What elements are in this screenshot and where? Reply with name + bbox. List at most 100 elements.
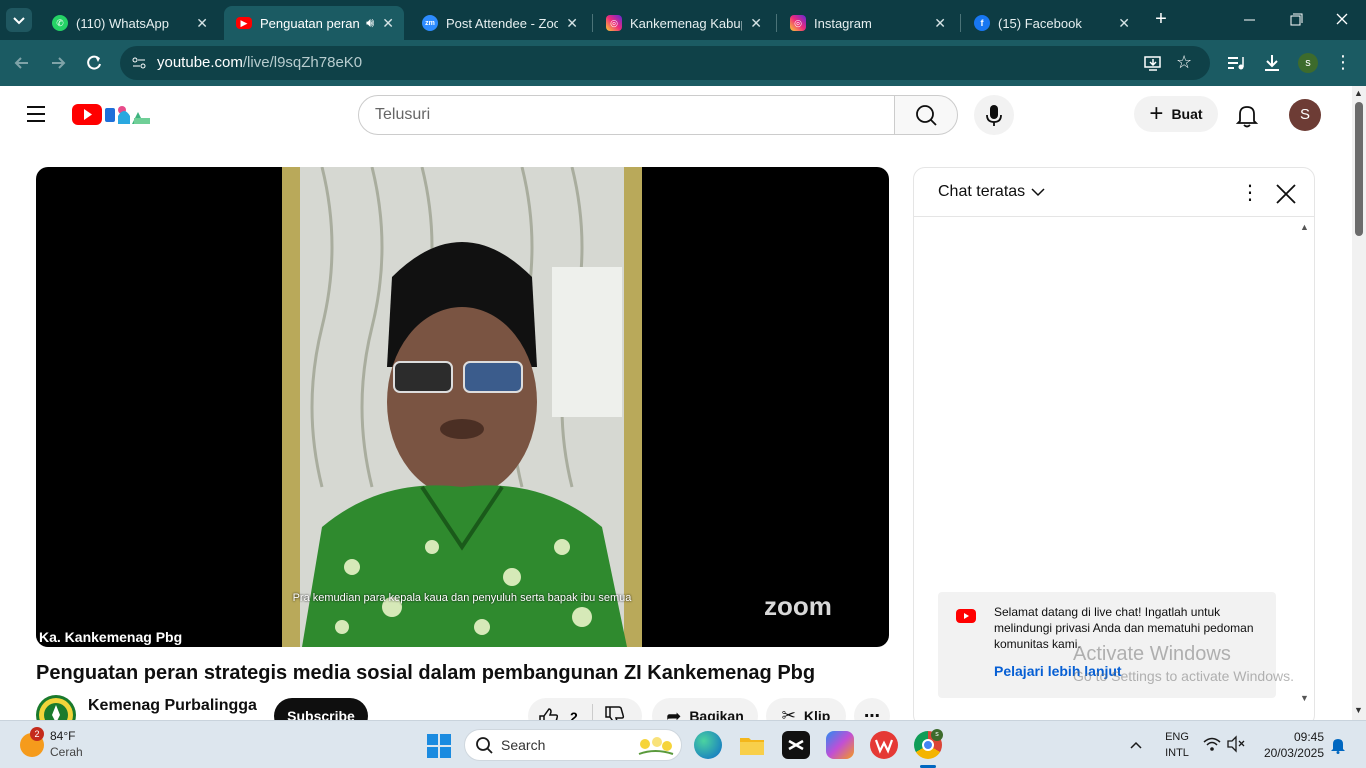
search-icon <box>916 105 937 126</box>
show-hidden-icons-button[interactable] <box>1128 737 1144 753</box>
close-icon <box>1276 184 1296 204</box>
notifications-button[interactable] <box>1234 103 1260 129</box>
restore-button[interactable] <box>1284 10 1308 30</box>
channel-name[interactable]: Kemenag Purbalingga <box>88 697 257 715</box>
wps-office-icon[interactable] <box>870 731 898 759</box>
tab-zoom[interactable]: zm Post Attendee - Zoom ✕ <box>410 6 588 40</box>
chat-scroll-up-icon[interactable]: ▲ <box>1300 222 1309 232</box>
live-chat-panel: Chat teratas ⋮ ▲ ▼ Selamat datang di liv… <box>913 167 1315 727</box>
video-player[interactable]: Pra kemudian para kepala kaua dan penyul… <box>36 167 889 647</box>
temperature: 84°F <box>50 729 76 743</box>
chat-mode-label: Chat teratas <box>938 183 1026 200</box>
minimize-icon <box>1244 19 1255 21</box>
tab-search-button[interactable] <box>6 8 32 32</box>
edge-browser-icon[interactable] <box>694 731 722 759</box>
instagram-icon: ◎ <box>606 15 622 31</box>
wifi-icon[interactable] <box>1202 735 1222 753</box>
close-icon[interactable]: ✕ <box>196 15 208 32</box>
youtube-logo[interactable] <box>72 102 152 128</box>
back-button[interactable] <box>10 53 34 79</box>
url-domain: youtube.com <box>157 54 243 71</box>
language-code: ENG <box>1165 731 1189 743</box>
video-frame: Pra kemudian para kepala kaua dan penyul… <box>282 167 642 647</box>
notification-bell-icon[interactable] <box>1330 736 1346 754</box>
create-label: Buat <box>1171 106 1203 122</box>
tab-label: Instagram <box>814 15 872 31</box>
zoom-watermark: zoom <box>764 591 832 621</box>
youtube-icon <box>956 609 976 623</box>
menu-kebab-icon[interactable]: ⋮ <box>1334 52 1352 72</box>
clock-time: 09:45 <box>1293 730 1324 744</box>
close-icon[interactable]: ✕ <box>566 15 578 32</box>
close-icon[interactable]: ✕ <box>750 15 762 32</box>
close-icon[interactable]: ✕ <box>934 15 946 32</box>
capcut-icon[interactable] <box>782 731 810 759</box>
reload-button[interactable] <box>82 53 106 79</box>
download-icon[interactable] <box>1262 53 1282 73</box>
start-button[interactable] <box>426 733 452 759</box>
chevron-up-icon <box>1130 741 1142 749</box>
input-language-indicator[interactable]: ENG INTL <box>1162 729 1192 761</box>
browser-tab-strip: ✆ (110) WhatsApp ✕ ▶ Penguatan peran 🔊︎ … <box>0 0 1366 40</box>
chat-more-icon[interactable]: ⋮ <box>1240 180 1260 205</box>
url-path: /live/l9sqZh78eK0 <box>242 54 363 71</box>
url-text[interactable]: youtube.com/live/l9sqZh78eK0 <box>157 54 362 71</box>
chevron-down-icon <box>13 17 25 25</box>
speaker-icon[interactable]: 🔊︎ <box>366 15 374 31</box>
chat-mode-dropdown[interactable]: Chat teratas <box>938 183 1047 201</box>
page-scrollbar[interactable]: ▲ ▼ <box>1352 86 1366 720</box>
media-controls-icon[interactable] <box>1226 54 1246 72</box>
hamburger-menu-icon[interactable] <box>26 105 46 123</box>
tab-label: Kankemenag Kabupa <box>630 15 742 31</box>
copilot-icon[interactable] <box>826 731 854 759</box>
voice-search-button[interactable] <box>974 95 1014 135</box>
address-bar[interactable]: youtube.com/live/l9sqZh78eK0 ☆ <box>120 46 1210 80</box>
account-avatar[interactable]: S <box>1289 99 1321 131</box>
scroll-up-arrow-icon[interactable]: ▲ <box>1354 88 1363 98</box>
tab-separator <box>776 14 777 32</box>
install-app-icon[interactable] <box>1144 54 1162 72</box>
learn-more-link[interactable]: Pelajari lebih lanjut <box>994 663 1122 679</box>
chevron-down-icon <box>1031 188 1045 197</box>
youtube-icon: ▶ <box>236 17 252 29</box>
file-explorer-icon[interactable] <box>738 731 766 759</box>
search-button[interactable] <box>894 95 958 135</box>
scroll-down-arrow-icon[interactable]: ▼ <box>1354 705 1363 715</box>
speaker-video-image <box>282 167 642 647</box>
taskbar-search-placeholder: Search <box>501 737 546 753</box>
chat-welcome-banner: Selamat datang di live chat! Ingatlah un… <box>938 592 1276 698</box>
tab-instagram[interactable]: ◎ Instagram ✕ <box>778 6 956 40</box>
clock[interactable]: 09:45 20/03/2025 <box>1254 729 1324 761</box>
profile-avatar[interactable]: s <box>1298 53 1318 73</box>
weather-widget[interactable]: 2 84°F Cerah <box>18 727 118 763</box>
tab-whatsapp[interactable]: ✆ (110) WhatsApp ✕ <box>40 6 218 40</box>
create-button[interactable]: + Buat <box>1134 96 1218 132</box>
tab-label: Penguatan peran <box>260 15 360 31</box>
taskbar-search-box[interactable]: Search <box>464 729 682 761</box>
site-info-icon[interactable] <box>130 54 148 72</box>
chat-close-button[interactable] <box>1274 182 1298 206</box>
close-window-button[interactable] <box>1330 10 1354 30</box>
browser-toolbar: youtube.com/live/l9sqZh78eK0 ☆ s ⋮ <box>0 40 1366 86</box>
tab-kankemenag-instagram[interactable]: ◎ Kankemenag Kabupa ✕ <box>594 6 772 40</box>
search-highlight-flowers-icon <box>635 734 675 756</box>
windows-logo-icon <box>427 734 451 758</box>
scrollbar-thumb[interactable] <box>1355 102 1363 236</box>
close-icon[interactable]: ✕ <box>1118 15 1130 32</box>
forward-button[interactable] <box>46 53 70 79</box>
tab-label: Post Attendee - Zoom <box>446 15 559 31</box>
tab-label: (110) WhatsApp <box>76 15 169 31</box>
tab-facebook[interactable]: f (15) Facebook ✕ <box>962 6 1140 40</box>
close-icon[interactable]: ✕ <box>382 15 394 32</box>
chat-scroll-down-icon[interactable]: ▼ <box>1300 693 1309 703</box>
bell-icon <box>1235 106 1259 128</box>
speaker-name-label: Ka. Kankemenag Pbg <box>36 627 186 647</box>
bookmark-star-icon[interactable]: ☆ <box>1176 52 1192 73</box>
tab-youtube[interactable]: ▶ Penguatan peran 🔊︎ ✕ <box>224 6 404 40</box>
new-tab-button[interactable]: + <box>1150 8 1172 32</box>
keyboard-layout: INTL <box>1165 747 1189 759</box>
volume-muted-icon[interactable] <box>1226 735 1246 753</box>
search-input[interactable]: Telusuri <box>358 95 896 135</box>
minimize-button[interactable] <box>1238 10 1262 30</box>
weather-condition: Cerah <box>50 745 83 759</box>
